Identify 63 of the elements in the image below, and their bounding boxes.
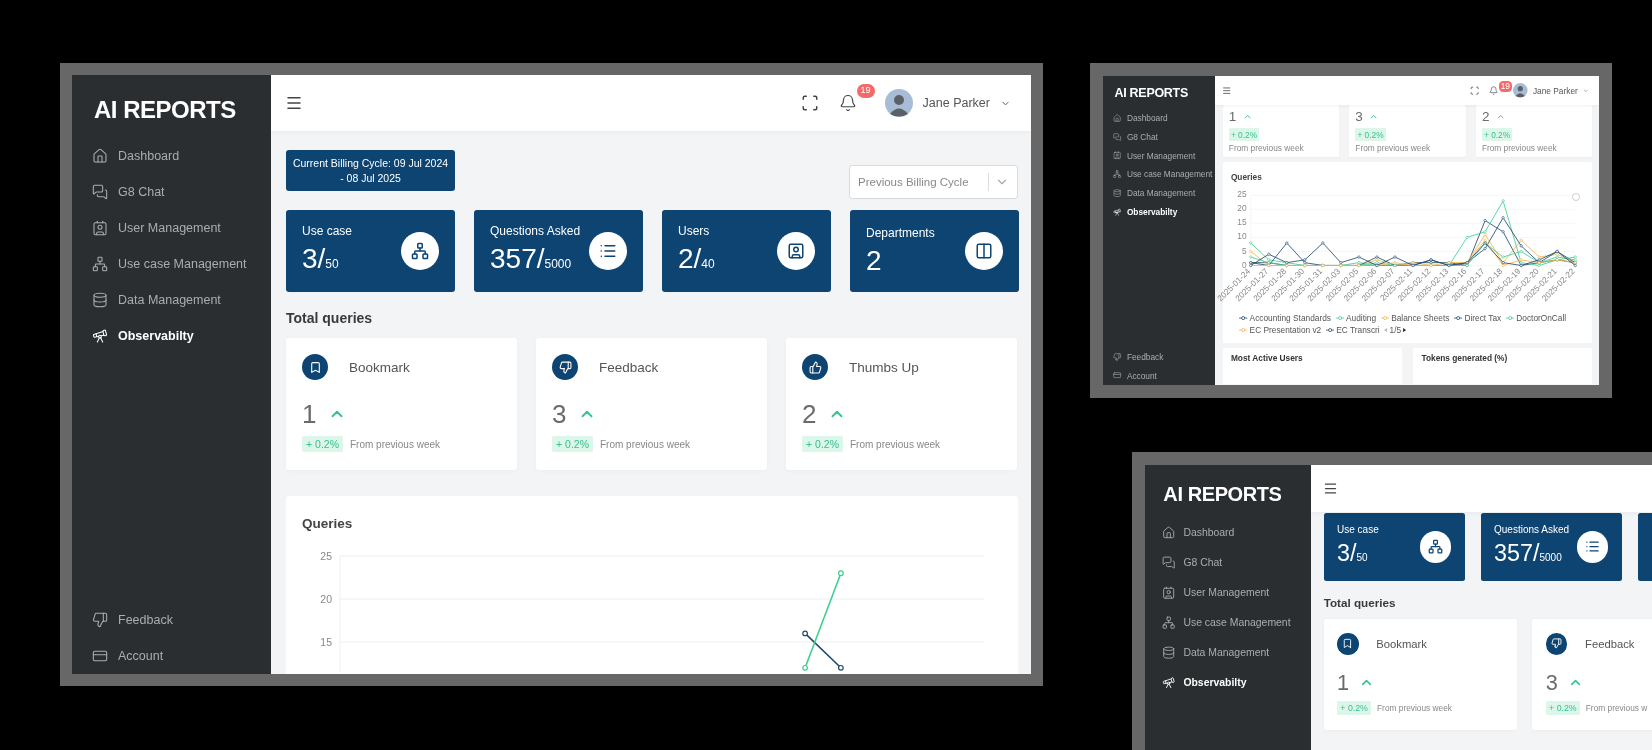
change-badge: + 0.2% bbox=[1228, 128, 1260, 141]
stat-label: Departments bbox=[866, 226, 935, 240]
metric-value: 1 bbox=[1337, 670, 1350, 696]
notification-badge: 19 bbox=[1498, 80, 1513, 92]
stat-label: Use case bbox=[1337, 523, 1379, 536]
change-note: From previous week bbox=[1481, 142, 1557, 153]
change-badge: + 0.2% bbox=[302, 436, 343, 452]
section-title: Total queries bbox=[1323, 595, 1397, 611]
chart-title: Queries bbox=[1230, 171, 1262, 184]
change-badge: + 0.2% bbox=[552, 436, 593, 452]
stat-label: Questions Asked bbox=[490, 223, 581, 238]
y-tick-label: 20 bbox=[1237, 203, 1247, 214]
stat-value: 357/5000 bbox=[1494, 540, 1563, 568]
change-note: From previous week bbox=[600, 438, 690, 450]
metric-title: Bookmark bbox=[349, 359, 410, 375]
change-badge: + 0.2% bbox=[802, 436, 843, 452]
change-badge: + 0.2% bbox=[1355, 128, 1386, 141]
change-badge: + 0.2% bbox=[1337, 701, 1372, 715]
stat-value: 357/5000 bbox=[490, 243, 573, 276]
change-note: From previous w bbox=[1585, 702, 1648, 713]
y-tick-label: 25 bbox=[320, 551, 332, 563]
y-tick-label: 25 bbox=[1237, 189, 1247, 200]
billing-cycle-banner: Current Billing Cycle: 09 Jul 2024 - 08 Jul 2025 bbox=[286, 150, 455, 191]
y-tick-label: 0 bbox=[1241, 259, 1247, 270]
metric-value: 1 bbox=[302, 399, 317, 429]
brand-logo: AI REPORTS bbox=[1114, 86, 1190, 102]
card-title: Tokens generated (%) bbox=[1421, 353, 1508, 363]
change-note: From previous week bbox=[1377, 702, 1452, 713]
change-note: From previous week bbox=[350, 438, 440, 450]
card-title: Most Active Users bbox=[1230, 353, 1303, 363]
metric-value: 3 bbox=[552, 399, 567, 429]
metric-title: Bookmark bbox=[1376, 637, 1427, 650]
notification-badge: 19 bbox=[856, 84, 875, 98]
change-badge: + 0.2% bbox=[1545, 701, 1580, 715]
y-tick-label: 15 bbox=[1237, 217, 1247, 228]
section-title: Total queries bbox=[286, 309, 374, 327]
metric-title: Thumbs Up bbox=[849, 359, 919, 375]
metric-value: 2 bbox=[1481, 109, 1490, 125]
change-badge: + 0.2% bbox=[1481, 128, 1513, 141]
metric-value: 1 bbox=[1228, 109, 1237, 125]
stat-value: 2/40 bbox=[678, 243, 715, 276]
metric-title: Feedback bbox=[1585, 637, 1635, 650]
metric-value: 3 bbox=[1355, 109, 1363, 125]
stat-label: Use case bbox=[302, 223, 353, 238]
stat-value: 3/50 bbox=[1337, 540, 1369, 568]
metric-value: 3 bbox=[1545, 670, 1558, 696]
y-tick-label: 10 bbox=[1237, 231, 1247, 242]
metric-value: 2 bbox=[802, 399, 817, 429]
page-indicator: 1/5 bbox=[1389, 325, 1402, 336]
y-tick-label: 5 bbox=[1241, 245, 1247, 256]
metric-title: Feedback bbox=[599, 359, 659, 375]
brand-logo: AI REPORTS bbox=[94, 95, 237, 125]
stat-label: Questions Asked bbox=[1494, 523, 1570, 536]
change-note: From previous week bbox=[1355, 142, 1431, 153]
y-tick-label: 20 bbox=[320, 594, 332, 606]
stat-value: 3/50 bbox=[302, 243, 340, 276]
change-note: From previous week bbox=[1228, 142, 1304, 153]
stat-value: 2 bbox=[866, 246, 883, 276]
brand-logo: AI REPORTS bbox=[1163, 481, 1283, 507]
chart-title: Queries bbox=[302, 515, 353, 533]
stat-label: Users bbox=[678, 223, 711, 238]
change-note: From previous week bbox=[850, 438, 940, 450]
y-tick-label: 15 bbox=[320, 637, 332, 649]
